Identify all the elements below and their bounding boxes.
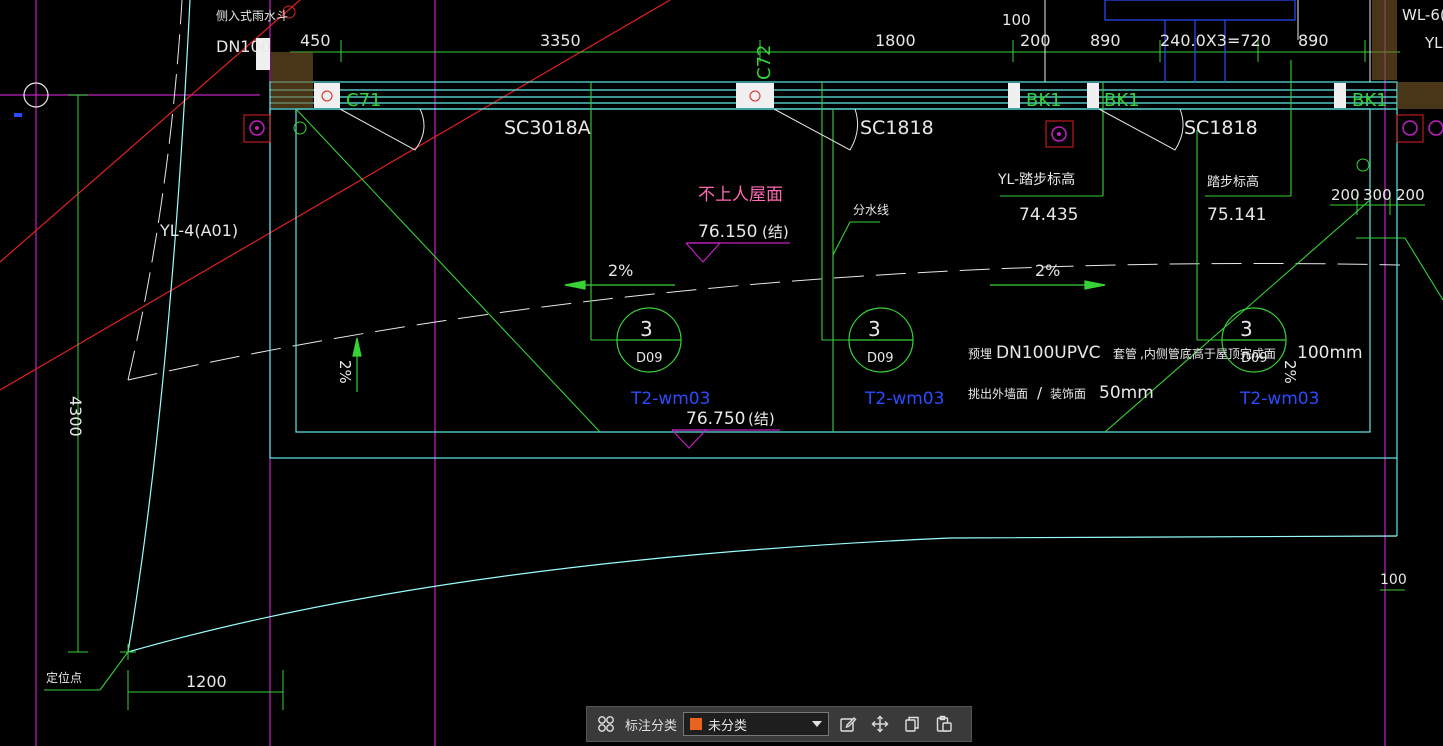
yl-step-label: YL-踏步标高: [997, 171, 1075, 188]
red-guide-lines: [0, 0, 671, 391]
category-swatch: [690, 718, 703, 730]
note-line1-c: 套管: [1113, 346, 1137, 361]
callout-2-num: 3: [868, 317, 881, 341]
annotation-toolbar: 标注分类 未分类: [586, 706, 972, 742]
detail-circles: [616, 307, 1287, 373]
wl6-label: WL-6(: [1402, 6, 1443, 24]
category-label: 标注分类: [625, 718, 678, 734]
note-line2-c: 装饰面: [1050, 387, 1086, 401]
water-divide-label: 分水线: [853, 203, 889, 217]
slope-vertical-right: 2%: [1281, 360, 1299, 384]
lateral-drain-label: 侧入式雨水斗: [216, 9, 288, 23]
callout-1-num: 3: [640, 317, 653, 341]
elevation-76150: 76.150: [698, 222, 757, 242]
note-line1-a: 预埋: [968, 347, 992, 361]
dim-100-right: 100: [1380, 572, 1407, 588]
dim-300-right: 300: [1363, 186, 1392, 204]
opening-bk1-b: BK1: [1104, 90, 1140, 111]
callout-1-sheet: T2-wm03: [630, 389, 710, 409]
dim-890-b: 890: [1298, 31, 1329, 50]
callout-3-sheet: T2-wm03: [1239, 389, 1319, 409]
category-select[interactable]: 未分类: [683, 712, 830, 736]
dim-450: 450: [300, 31, 331, 50]
move-icon[interactable]: [867, 711, 893, 737]
elevation-76750: 76.750: [686, 409, 745, 429]
dashed-arc: [127, 0, 183, 381]
category-selected-value: 未分类: [708, 718, 748, 734]
anchor-point-marker: [120, 644, 136, 660]
opening-c71: C71: [346, 90, 381, 111]
grid-marker: [14, 113, 22, 117]
slope-right: 2%: [1035, 261, 1060, 280]
elevation-76150-suffix: (结): [762, 223, 789, 241]
dimension-lines: [68, 40, 1425, 710]
dim-3350: 3350: [540, 31, 581, 50]
dim-720: 240.0X3=720: [1160, 31, 1271, 50]
dashed-curve: [127, 262, 1401, 381]
callout-1-ref: D09: [636, 351, 663, 366]
edit-icon[interactable]: [835, 711, 861, 737]
roof-label: 不上人屋面: [698, 185, 783, 205]
opening-bk1-a: BK1: [1026, 90, 1062, 111]
dim-1200: 1200: [186, 672, 227, 691]
yl-label: YL: [1424, 34, 1443, 52]
dim-1800: 1800: [875, 31, 916, 50]
dim-4300: 4300: [66, 396, 85, 437]
note-line1-e: 100mm: [1297, 343, 1363, 363]
dim-890-a: 890: [1090, 31, 1121, 50]
dim-200-right-2: 200: [1396, 186, 1425, 204]
curve-left: [127, 0, 191, 653]
callout-3-ref: D09: [1241, 351, 1268, 366]
anchor-label: 定位点: [46, 670, 82, 685]
door-arcs: [339, 108, 1184, 151]
copy-icon[interactable]: [899, 711, 925, 737]
dim-200-right: 200: [1331, 186, 1360, 204]
opening-bk1-c: BK1: [1352, 90, 1388, 111]
callout-2-sheet: T2-wm03: [864, 389, 944, 409]
curve-bottom: [127, 535, 1398, 653]
window-sc1818-b: SC1818: [1184, 117, 1258, 139]
dn100-label: DN100: [216, 37, 271, 56]
elevation-74435: 74.435: [1019, 205, 1078, 225]
dim-200: 200: [1020, 31, 1051, 50]
slope-vertical: 2%: [336, 360, 354, 384]
opening-c72: C72: [754, 45, 775, 80]
paste-icon[interactable]: [931, 711, 957, 737]
cad-canvas[interactable]: 侧入式雨水斗 DN100 WL-6( YL 100 450 3350 1800 …: [0, 0, 1443, 746]
wall-hatch: [271, 0, 1443, 109]
step-label: 踏步标高: [1207, 174, 1259, 190]
window-sc3018a: SC3018A: [504, 117, 591, 139]
callout-3-num: 3: [1240, 317, 1253, 341]
elevation-76750-suffix: (结): [748, 410, 775, 428]
green-lines: [44, 60, 1443, 691]
note-line2-a: 挑出外墙面: [968, 387, 1028, 401]
note-line2-d: 50mm: [1099, 383, 1154, 403]
note-line2-b: /: [1037, 384, 1043, 402]
slope-left: 2%: [608, 261, 633, 280]
elevation-75141: 75.141: [1207, 205, 1266, 225]
note-line1-b: DN100UPVC: [996, 343, 1100, 363]
window-sc1818-a: SC1818: [860, 117, 934, 139]
slope-arrows: [352, 280, 1106, 392]
grid-icon[interactable]: [593, 711, 619, 737]
chevron-down-icon: [812, 717, 823, 732]
dim-100-top: 100: [1002, 11, 1031, 29]
yl4-label: YL-4(A01): [159, 221, 238, 240]
callout-2-ref: D09: [867, 351, 894, 366]
axis-lines: [0, 0, 1386, 746]
